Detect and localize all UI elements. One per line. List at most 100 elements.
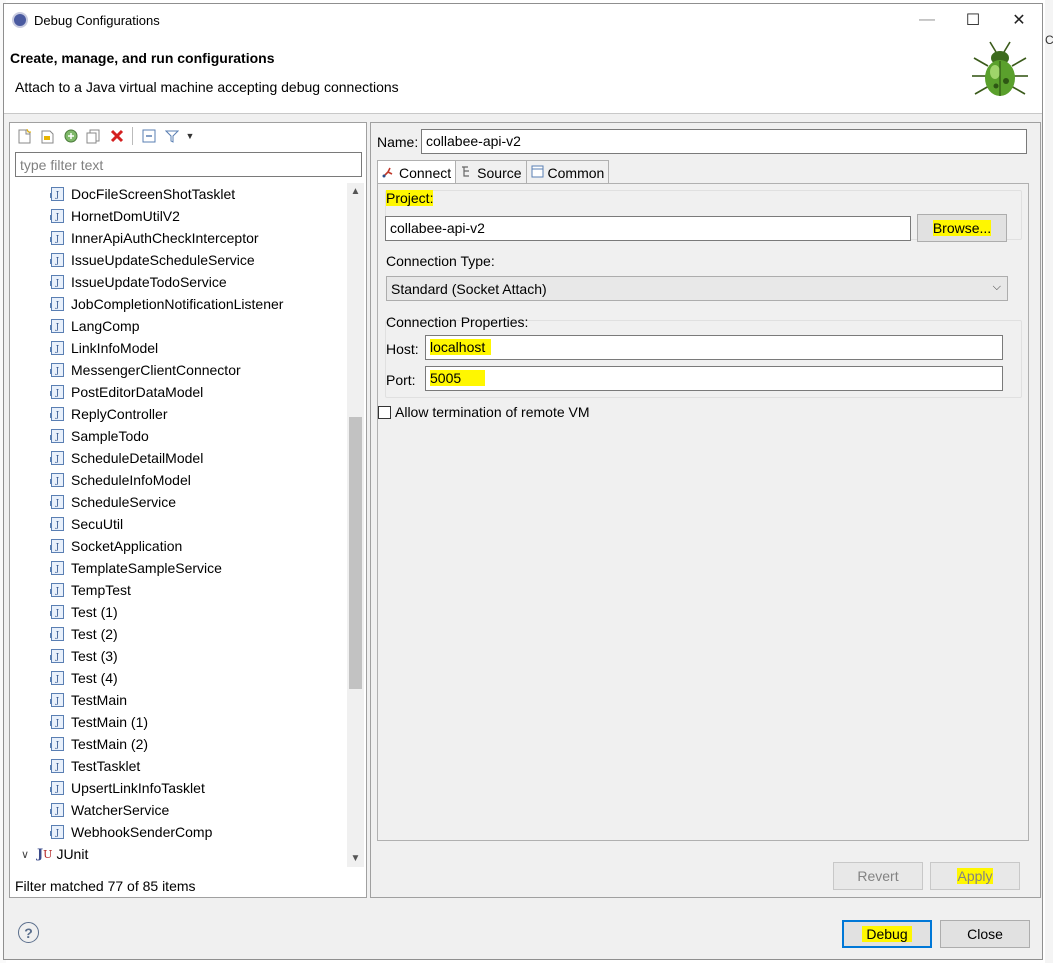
tree-item[interactable]: J ScheduleInfoModel bbox=[10, 469, 345, 491]
delete-icon[interactable] bbox=[107, 127, 126, 146]
tree-item-label: IssueUpdateTodoService bbox=[71, 274, 227, 290]
tree-item[interactable]: J Test (2) bbox=[10, 623, 345, 645]
tree-item[interactable]: J IssueUpdateTodoService bbox=[10, 271, 345, 293]
tree-item-label: Test (2) bbox=[71, 626, 118, 642]
tree-item[interactable]: J LangComp bbox=[10, 315, 345, 337]
tree-item[interactable]: J TemplateSampleService bbox=[10, 557, 345, 579]
header-description: Attach to a Java virtual machine accepti… bbox=[15, 79, 399, 95]
project-field[interactable]: collabee-api-v2 bbox=[385, 216, 911, 241]
tree-item-label: TestMain (2) bbox=[71, 736, 149, 752]
tree-group-junit[interactable]: ∨ JU JUnit bbox=[10, 843, 345, 865]
java-launch-icon: J bbox=[50, 297, 64, 311]
eclipse-icon bbox=[12, 12, 28, 28]
browse-button[interactable]: Browse... bbox=[917, 214, 1007, 242]
port-label: Port: bbox=[386, 372, 416, 388]
scroll-up-icon[interactable]: ▲ bbox=[347, 183, 364, 200]
tree-item[interactable]: J InnerApiAuthCheckInterceptor bbox=[10, 227, 345, 249]
allow-termination-checkbox[interactable] bbox=[378, 405, 391, 419]
tree-item-label: ScheduleDetailModel bbox=[71, 450, 204, 466]
filter-input[interactable] bbox=[15, 152, 362, 177]
tree-item[interactable]: J ReplyController bbox=[10, 403, 345, 425]
tree-item[interactable]: J TestMain (2) bbox=[10, 733, 345, 755]
apply-button[interactable]: Apply bbox=[930, 862, 1020, 890]
tree-item-label: Test (4) bbox=[71, 670, 118, 686]
allow-termination-option[interactable]: Allow termination of remote VM bbox=[378, 404, 590, 420]
tree-item[interactable]: J IssueUpdateScheduleService bbox=[10, 249, 345, 271]
tree-item-label: SampleTodo bbox=[71, 428, 149, 444]
connect-tab-content: Project: collabee-api-v2 Browse... Conne… bbox=[377, 183, 1029, 841]
java-launch-icon: J bbox=[50, 341, 64, 355]
tree-item[interactable]: J Test (3) bbox=[10, 645, 345, 667]
connection-properties-label: Connection Properties: bbox=[386, 314, 529, 330]
duplicate-icon[interactable] bbox=[84, 127, 103, 146]
tree-item[interactable]: J MessengerClientConnector bbox=[10, 359, 345, 381]
chevron-down-icon[interactable]: ∨ bbox=[21, 848, 35, 861]
java-launch-icon: J bbox=[50, 539, 64, 553]
configuration-toolbar: ▼ bbox=[10, 123, 366, 149]
close-button[interactable]: Close bbox=[940, 920, 1030, 948]
tree-item[interactable]: J TestTasklet bbox=[10, 755, 345, 777]
tree-item[interactable]: J Test (1) bbox=[10, 601, 345, 623]
dialog-header: Create, manage, and run configurations A… bbox=[4, 36, 1042, 114]
tree-item[interactable]: J UpsertLinkInfoTasklet bbox=[10, 777, 345, 799]
revert-button[interactable]: Revert bbox=[833, 862, 923, 890]
port-field[interactable]: 5005 bbox=[425, 366, 1003, 391]
tab-source-label: Source bbox=[477, 164, 522, 181]
scroll-down-icon[interactable]: ▼ bbox=[347, 850, 364, 867]
connection-type-label: Connection Type: bbox=[386, 253, 495, 269]
bug-icon bbox=[960, 36, 1040, 110]
tree-item-label: WebhookSenderComp bbox=[71, 824, 213, 840]
tree-item-label: LinkInfoModel bbox=[71, 340, 159, 356]
tab-common[interactable]: Common bbox=[525, 160, 610, 184]
tab-common-label: Common bbox=[547, 164, 605, 181]
tree-item[interactable]: J DocFileScreenShotTasklet bbox=[10, 183, 345, 205]
connect-icon bbox=[382, 165, 395, 181]
java-launch-icon: J bbox=[50, 385, 64, 399]
tree-item[interactable]: J SecuUtil bbox=[10, 513, 345, 535]
tree-scrollbar[interactable]: ▲ ▼ bbox=[347, 183, 364, 867]
export-configuration-icon[interactable] bbox=[61, 127, 80, 146]
tree-group-label: JUnit bbox=[56, 846, 89, 862]
tree-item[interactable]: J TestMain (1) bbox=[10, 711, 345, 733]
tree-item-label: InnerApiAuthCheckInterceptor bbox=[71, 230, 259, 246]
java-launch-icon: J bbox=[50, 561, 64, 575]
filter-menu-chevron-icon[interactable]: ▼ bbox=[185, 127, 195, 146]
java-launch-icon: J bbox=[50, 231, 64, 245]
tree-item[interactable]: J Test (4) bbox=[10, 667, 345, 689]
tree-item[interactable]: J TempTest bbox=[10, 579, 345, 601]
tree-item[interactable]: J TestMain bbox=[10, 689, 345, 711]
tree-item-label: TemplateSampleService bbox=[71, 560, 222, 576]
tree-item[interactable]: J SocketApplication bbox=[10, 535, 345, 557]
java-launch-icon: J bbox=[50, 671, 64, 685]
tree-item[interactable]: J PostEditorDataModel bbox=[10, 381, 345, 403]
tree-item[interactable]: J JobCompletionNotificationListener bbox=[10, 293, 345, 315]
java-launch-icon: J bbox=[50, 517, 64, 531]
tree-item[interactable]: J WatcherService bbox=[10, 799, 345, 821]
maximize-button[interactable]: ☐ bbox=[950, 4, 996, 36]
tree-item-label: WatcherService bbox=[71, 802, 170, 818]
name-field[interactable]: collabee-api-v2 bbox=[421, 129, 1027, 154]
minimize-button[interactable]: — bbox=[904, 4, 950, 36]
tree-item-label: HornetDomUtilV2 bbox=[71, 208, 180, 224]
debug-button[interactable]: Debug bbox=[842, 920, 932, 948]
tab-source[interactable]: Source bbox=[455, 160, 527, 184]
tree-item[interactable]: J ScheduleDetailModel bbox=[10, 447, 345, 469]
connection-type-select[interactable]: Standard (Socket Attach) ⌵ bbox=[386, 276, 1008, 301]
tree-item[interactable]: J SampleTodo bbox=[10, 425, 345, 447]
new-configuration-icon[interactable] bbox=[15, 127, 34, 146]
tree-item[interactable]: J ScheduleService bbox=[10, 491, 345, 513]
scroll-thumb[interactable] bbox=[349, 417, 362, 689]
tree-item[interactable]: J HornetDomUtilV2 bbox=[10, 205, 345, 227]
help-icon[interactable]: ? bbox=[18, 922, 39, 943]
project-label: Project: bbox=[386, 190, 434, 206]
collapse-all-icon[interactable] bbox=[139, 127, 158, 146]
filter-icon[interactable] bbox=[162, 127, 181, 146]
tree-item[interactable]: J WebhookSenderComp bbox=[10, 821, 345, 843]
tab-connect[interactable]: Connect bbox=[377, 160, 457, 185]
new-prototype-icon[interactable] bbox=[38, 127, 57, 146]
tree-item-label: SocketApplication bbox=[71, 538, 183, 554]
debug-configurations-dialog: Debug Configurations — ☐ ✕ Create, manag… bbox=[3, 3, 1043, 960]
close-window-button[interactable]: ✕ bbox=[996, 4, 1042, 36]
tree-item[interactable]: J LinkInfoModel bbox=[10, 337, 345, 359]
host-field[interactable]: localhost bbox=[425, 335, 1003, 360]
